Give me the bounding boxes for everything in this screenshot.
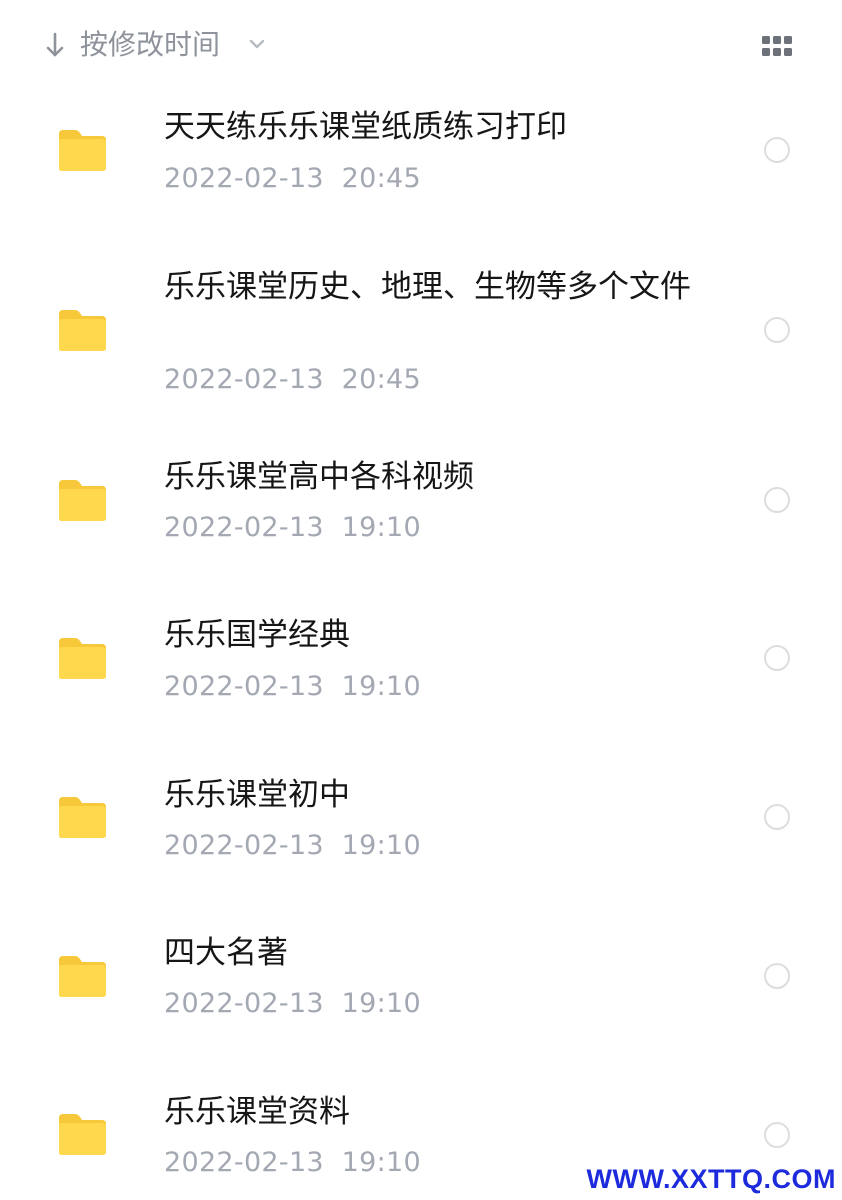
folder-icon	[59, 797, 106, 838]
file-name: 乐乐课堂资料	[164, 1094, 350, 1130]
select-radio[interactable]	[764, 963, 790, 989]
file-name: 四大名著	[164, 935, 288, 971]
select-radio[interactable]	[764, 645, 790, 671]
file-name: 乐乐课堂初中	[164, 777, 350, 813]
file-date: 2022-02-13 19:10	[164, 512, 421, 543]
select-radio[interactable]	[764, 1122, 790, 1148]
file-name: 乐乐课堂高中各科视频	[164, 459, 474, 495]
file-name: 乐乐国学经典	[164, 617, 350, 653]
file-date: 2022-02-13 19:10	[164, 830, 421, 861]
folder-icon	[59, 480, 106, 521]
folder-icon	[59, 956, 106, 997]
file-date: 2022-02-13 19:10	[164, 671, 421, 702]
watermark: WWW.XXTTQ.COM	[586, 1164, 836, 1194]
select-radio[interactable]	[764, 317, 790, 343]
folder-icon	[59, 130, 106, 171]
file-row[interactable]: 四大名著 2022-02-13 19:10	[0, 926, 842, 1036]
folder-icon	[59, 310, 106, 351]
file-date: 2022-02-13 19:10	[164, 1147, 421, 1178]
file-row[interactable]: 乐乐课堂初中 2022-02-13 19:10	[0, 768, 842, 878]
file-name: 乐乐课堂历史、地理、生物等多个文件	[164, 269, 691, 305]
file-row[interactable]: 乐乐国学经典 2022-02-13 19:10	[0, 608, 842, 718]
file-list: 天天练乐乐课堂纸质练习打印 2022-02-13 20:45 乐乐课堂历史、地理…	[0, 0, 842, 1200]
file-row[interactable]: 乐乐课堂高中各科视频 2022-02-13 19:10	[0, 450, 842, 560]
file-name: 天天练乐乐课堂纸质练习打印	[164, 109, 567, 145]
file-date: 2022-02-13 20:45	[164, 364, 421, 395]
select-radio[interactable]	[764, 804, 790, 830]
file-row[interactable]: 乐乐课堂历史、地理、生物等多个文件 2022-02-13 20:45	[0, 258, 842, 408]
folder-icon	[59, 1114, 106, 1155]
file-date: 2022-02-13 20:45	[164, 163, 421, 194]
select-radio[interactable]	[764, 487, 790, 513]
file-row[interactable]: 天天练乐乐课堂纸质练习打印 2022-02-13 20:45	[0, 100, 842, 210]
file-date: 2022-02-13 19:10	[164, 988, 421, 1019]
folder-icon	[59, 638, 106, 679]
select-radio[interactable]	[764, 137, 790, 163]
